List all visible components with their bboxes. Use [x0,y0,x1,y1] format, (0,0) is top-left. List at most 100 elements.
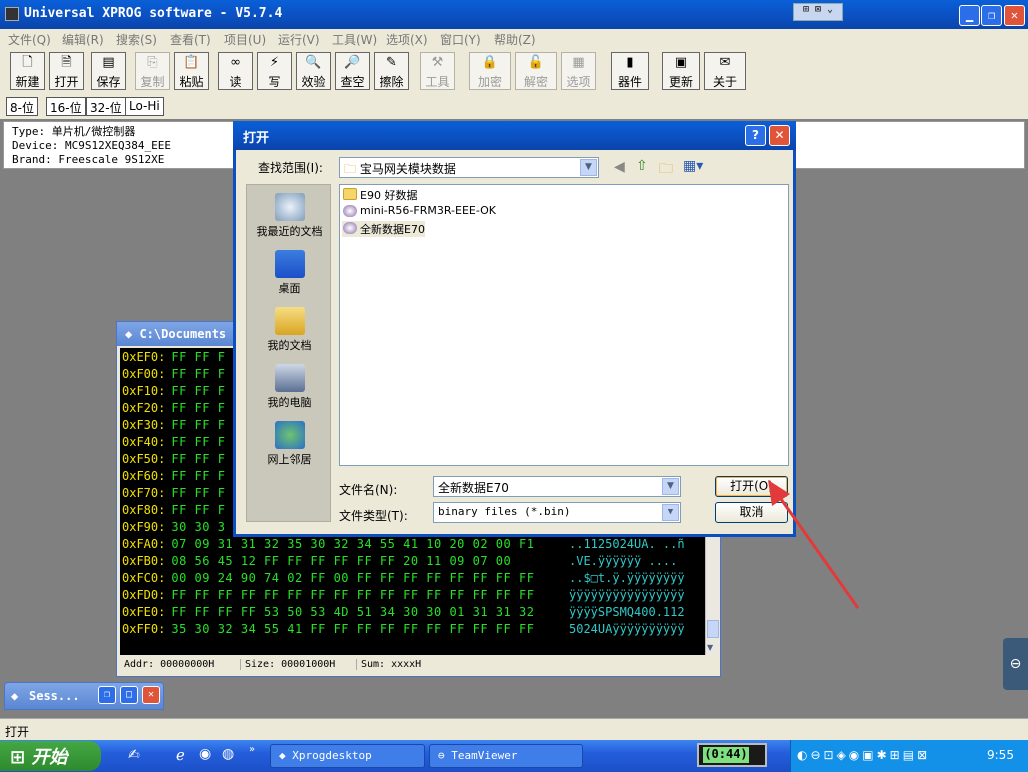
annotation-arrow-line [774,491,860,609]
task-xprogdesktop[interactable]: ◆ Xprogdesktop [270,744,425,768]
view-menu-icon[interactable]: ▦▾ [683,158,703,174]
quicklaunch-more-icon[interactable]: » [249,744,255,755]
menu-edit[interactable]: 编辑(R) [62,31,104,48]
32-bit-button[interactable]: 32-位 [86,97,126,116]
lo-hi-button[interactable]: Lo-Hi [125,97,164,116]
file-list[interactable]: E90 好数据 mini-R56-FRM3R-EEE-OK 全新数据E70 [339,184,789,466]
tray-icons[interactable]: ◐⊖⊡◈◉▣✱⊞▤⊠ [797,748,930,762]
new-folder-icon[interactable]: 🗀 [659,158,673,182]
hex-window-icon: ◆ [125,327,140,341]
back-icon[interactable]: ◀ [614,159,625,175]
blank-check-icon: 🔎 [344,55,361,70]
menu-window[interactable]: 窗口(Y) [440,31,481,48]
main-title-bar[interactable]: Universal XPROG software - V5.7.4 ⊞ ⊠ ⌄ … [0,0,1028,29]
save-button[interactable]: ▤ 保存 [91,52,126,90]
device-icon: ▮ [626,55,634,70]
menu-project[interactable]: 项目(U) [224,31,266,48]
bin-file-icon [343,205,357,217]
about-button[interactable]: ✉ 关于 [704,52,746,90]
8-bit-button[interactable]: 8-位 [6,97,38,116]
decrypt-button[interactable]: 🔓 解密 [515,52,557,90]
scroll-down-arrow-icon[interactable]: ▼ [707,643,719,653]
hex-window-title: C:\Documents [139,327,227,341]
session-minimized-window[interactable]: ◆ Sess... ❐ □ ✕ [4,682,164,710]
hex-status-bar: Addr: 00000000H Size: 00001000H Sum: xxx… [120,657,717,675]
session-window-icon: ◆ [11,689,19,703]
options-button[interactable]: ▦ 选项 [561,52,596,90]
update-icon: ▣ [674,55,688,70]
task-teamviewer[interactable]: ⊖ TeamViewer [429,744,583,768]
file-item-selected[interactable]: 全新数据E70 [342,221,425,237]
erase-button[interactable]: ✎ 擦除 [374,52,409,90]
file-item[interactable]: mini-R56-FRM3R-EEE-OK [342,204,496,220]
windows-logo-icon: ⊞ [10,747,32,768]
session-close-button[interactable]: ✕ [142,686,160,704]
hex-row: 0xF30: FF FF F [122,418,226,432]
copy-icon: ⎘ [147,55,158,70]
app-icon [5,7,19,21]
place-my-documents[interactable]: 我的文档 [247,307,332,353]
quicklaunch-icon[interactable]: ◍ [222,746,234,762]
paste-button[interactable]: 📋 粘贴 [174,52,209,90]
write-button[interactable]: ⚡ 写 [257,52,292,90]
session-restore-button[interactable]: ❐ [98,686,116,704]
app-title: Universal XPROG software - V5.7.4 [24,6,283,21]
ie-icon[interactable]: ℯ [176,746,185,764]
filename-field[interactable]: 全新数据E70 ▼ [433,476,681,497]
device-button[interactable]: ▮ 器件 [611,52,649,90]
encrypt-button[interactable]: 🔒 加密 [469,52,511,90]
save-icon: ▤ [102,55,115,70]
chevron-down-icon: ▼ [662,504,679,521]
filetype-dropdown[interactable]: binary files (*.bin) ▼ [433,502,681,523]
maximize-button[interactable]: ❐ [981,5,1002,26]
session-maximize-button[interactable]: □ [120,686,138,704]
update-button[interactable]: ▣ 更新 [662,52,700,90]
dialog-title-bar[interactable]: 打开 ? ✕ [233,121,796,150]
up-folder-icon[interactable]: ⇧ [636,158,648,174]
hex-row: 0xFA0: 07 09 31 31 32 35 30 32 34 55 41 1… [122,537,685,551]
menu-tools[interactable]: 工具(W) [332,31,377,48]
blank-check-button[interactable]: 🔎 查空 [335,52,370,90]
copy-button[interactable]: ⎘ 复制 [135,52,170,90]
dialog-close-button[interactable]: ✕ [769,125,790,146]
hex-row: 0xF90: 30 30 3 [122,520,226,534]
start-button[interactable]: ⊞ 开始 [0,741,101,771]
network-globe-icon [274,421,305,449]
hex-row: 0xF40: FF FF F [122,435,226,449]
language-bar[interactable]: ⊞ ⊠ ⌄ [793,3,843,21]
dialog-help-button[interactable]: ? [745,125,766,146]
hex-row: 0xF50: FF FF F [122,452,226,466]
tools-button[interactable]: ⚒ 工具 [420,52,455,90]
open-button[interactable]: 🗎 打开 [49,52,84,90]
place-network[interactable]: 网上邻居 [247,421,332,467]
hex-status-sum: Sum: xxxxH [356,659,421,670]
place-my-computer[interactable]: 我的电脑 [247,364,332,410]
show-desktop-icon[interactable]: ✍ [128,747,140,763]
place-recent[interactable]: 我最近的文档 [247,193,332,239]
browser-icon[interactable]: ◉ [199,746,211,762]
file-item[interactable]: E90 好数据 [342,187,417,203]
16-bit-button[interactable]: 16-位 [46,97,86,116]
menu-view[interactable]: 查看(T) [170,31,211,48]
hex-row: 0xF00: FF FF F [122,367,226,381]
minimize-button[interactable]: ▁ [959,5,980,26]
menu-options[interactable]: 选项(X) [386,31,428,48]
place-desktop[interactable]: 桌面 [247,250,332,296]
verify-button[interactable]: 🔍 效验 [296,52,331,90]
teamviewer-side-tab[interactable]: ⊖ [1003,638,1028,690]
menu-search[interactable]: 搜索(S) [116,31,157,48]
annotation-arrow-head [768,480,790,506]
read-button[interactable]: ∞ 读 [218,52,253,90]
menu-run[interactable]: 运行(V) [278,31,320,48]
status-bar: 打开 [0,718,1028,740]
menu-help[interactable]: 帮助(Z) [494,31,536,48]
new-button[interactable]: 🗋 新建 [10,52,45,90]
status-text: 打开 [5,725,30,739]
look-in-dropdown[interactable]: 🗀 宝马网关模块数据 ▼ [339,157,599,178]
scroll-thumb[interactable] [707,620,719,638]
taskbar: ⊞ 开始 ✍ ℯ ◉ ◍ » ◆ Xprogdesktop ⊖ TeamView… [0,740,1028,772]
menu-file[interactable]: 文件(Q) [8,31,51,48]
xprog-task-icon: ◆ [279,749,293,762]
write-icon: ⚡ [269,55,280,70]
close-button[interactable]: ✕ [1004,5,1025,26]
